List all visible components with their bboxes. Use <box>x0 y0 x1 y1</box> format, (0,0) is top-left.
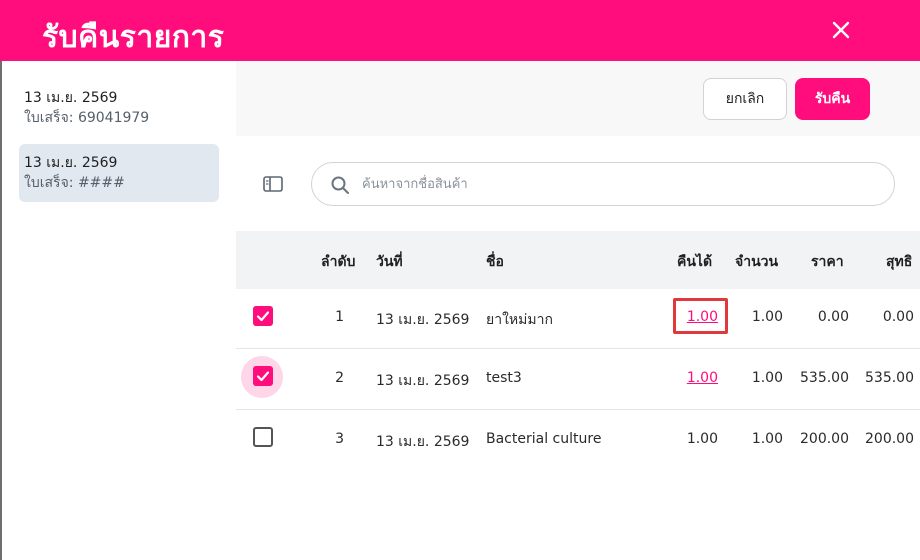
receipt-date: 13 เม.ย. 2569 <box>24 90 118 106</box>
column-header-returnable: คืนได้ <box>677 254 713 270</box>
row-net: 0.00 <box>882 309 914 325</box>
row-returnable-link[interactable]: 1.00 <box>676 370 718 386</box>
row-checkbox-unchecked[interactable] <box>253 427 273 447</box>
row-seq: 3 <box>335 431 344 447</box>
row-qty: 1.00 <box>751 370 783 386</box>
dialog-title: รับคืนรายการ <box>42 20 225 55</box>
close-button[interactable] <box>826 15 856 45</box>
check-icon <box>256 311 270 322</box>
row-price: 200.00 <box>800 431 849 447</box>
column-header-qty: จำนวน <box>735 254 779 270</box>
receipt-number: ใบเสร็จ: #### <box>24 175 125 191</box>
search-icon <box>331 176 349 194</box>
table-header: ลำดับ วันที่ ชื่อ คืนได้ จำนวน ราคา สุทธ… <box>236 231 920 289</box>
row-date: 13 เม.ย. 2569 <box>376 434 470 450</box>
receipt-sidebar: 13 เม.ย. 2569 ใบเสร็จ: 69041979 13 เม.ย.… <box>2 61 236 560</box>
column-header-date: วันที่ <box>376 254 403 270</box>
close-icon <box>832 21 850 39</box>
row-net: 200.00 <box>865 431 914 447</box>
column-header-seq: ลำดับ <box>321 254 356 270</box>
row-date: 13 เม.ย. 2569 <box>376 312 470 328</box>
row-name: Bacterial culture <box>486 431 602 447</box>
row-qty: 1.00 <box>751 431 783 447</box>
receipt-number: ใบเสร็จ: 69041979 <box>24 110 150 126</box>
sidebar-toggle-icon[interactable] <box>262 174 284 194</box>
row-price: 0.00 <box>817 309 849 325</box>
search-input[interactable] <box>362 171 882 197</box>
dialog-header: รับคืนรายการ <box>0 0 920 61</box>
row-checkbox-checked[interactable] <box>253 306 273 326</box>
table-row[interactable]: 1 13 เม.ย. 2569 ยาใหม่มาก 1.00 1.00 0.00… <box>236 289 920 349</box>
annotation-highlight-box <box>673 298 728 334</box>
row-name: test3 <box>486 370 522 386</box>
row-price: 535.00 <box>800 370 849 386</box>
row-name: ยาใหม่มาก <box>486 312 553 328</box>
table-row[interactable]: 2 13 เม.ย. 2569 test3 1.00 1.00 535.00 5… <box>236 350 920 410</box>
cancel-button[interactable]: ยกเลิก <box>703 78 787 120</box>
return-button[interactable]: รับคืน <box>795 78 870 120</box>
column-header-net: สุทธิ <box>886 254 913 270</box>
row-net: 535.00 <box>865 370 914 386</box>
row-qty: 1.00 <box>751 309 783 325</box>
receipt-item-selected[interactable]: 13 เม.ย. 2569 ใบเสร็จ: #### <box>19 144 219 202</box>
search-box[interactable] <box>311 162 895 206</box>
row-checkbox-checked[interactable] <box>253 366 273 386</box>
row-seq: 1 <box>335 309 344 325</box>
check-icon <box>256 371 270 382</box>
receipt-date: 13 เม.ย. 2569 <box>24 155 118 171</box>
row-returnable: 1.00 <box>686 431 718 447</box>
row-seq: 2 <box>335 370 344 386</box>
receipt-item[interactable]: 13 เม.ย. 2569 ใบเสร็จ: 69041979 <box>19 79 219 137</box>
column-header-price: ราคา <box>811 254 844 270</box>
column-header-name: ชื่อ <box>486 254 504 270</box>
row-date: 13 เม.ย. 2569 <box>376 373 470 389</box>
table-row[interactable]: 3 13 เม.ย. 2569 Bacterial culture 1.00 1… <box>236 411 920 471</box>
